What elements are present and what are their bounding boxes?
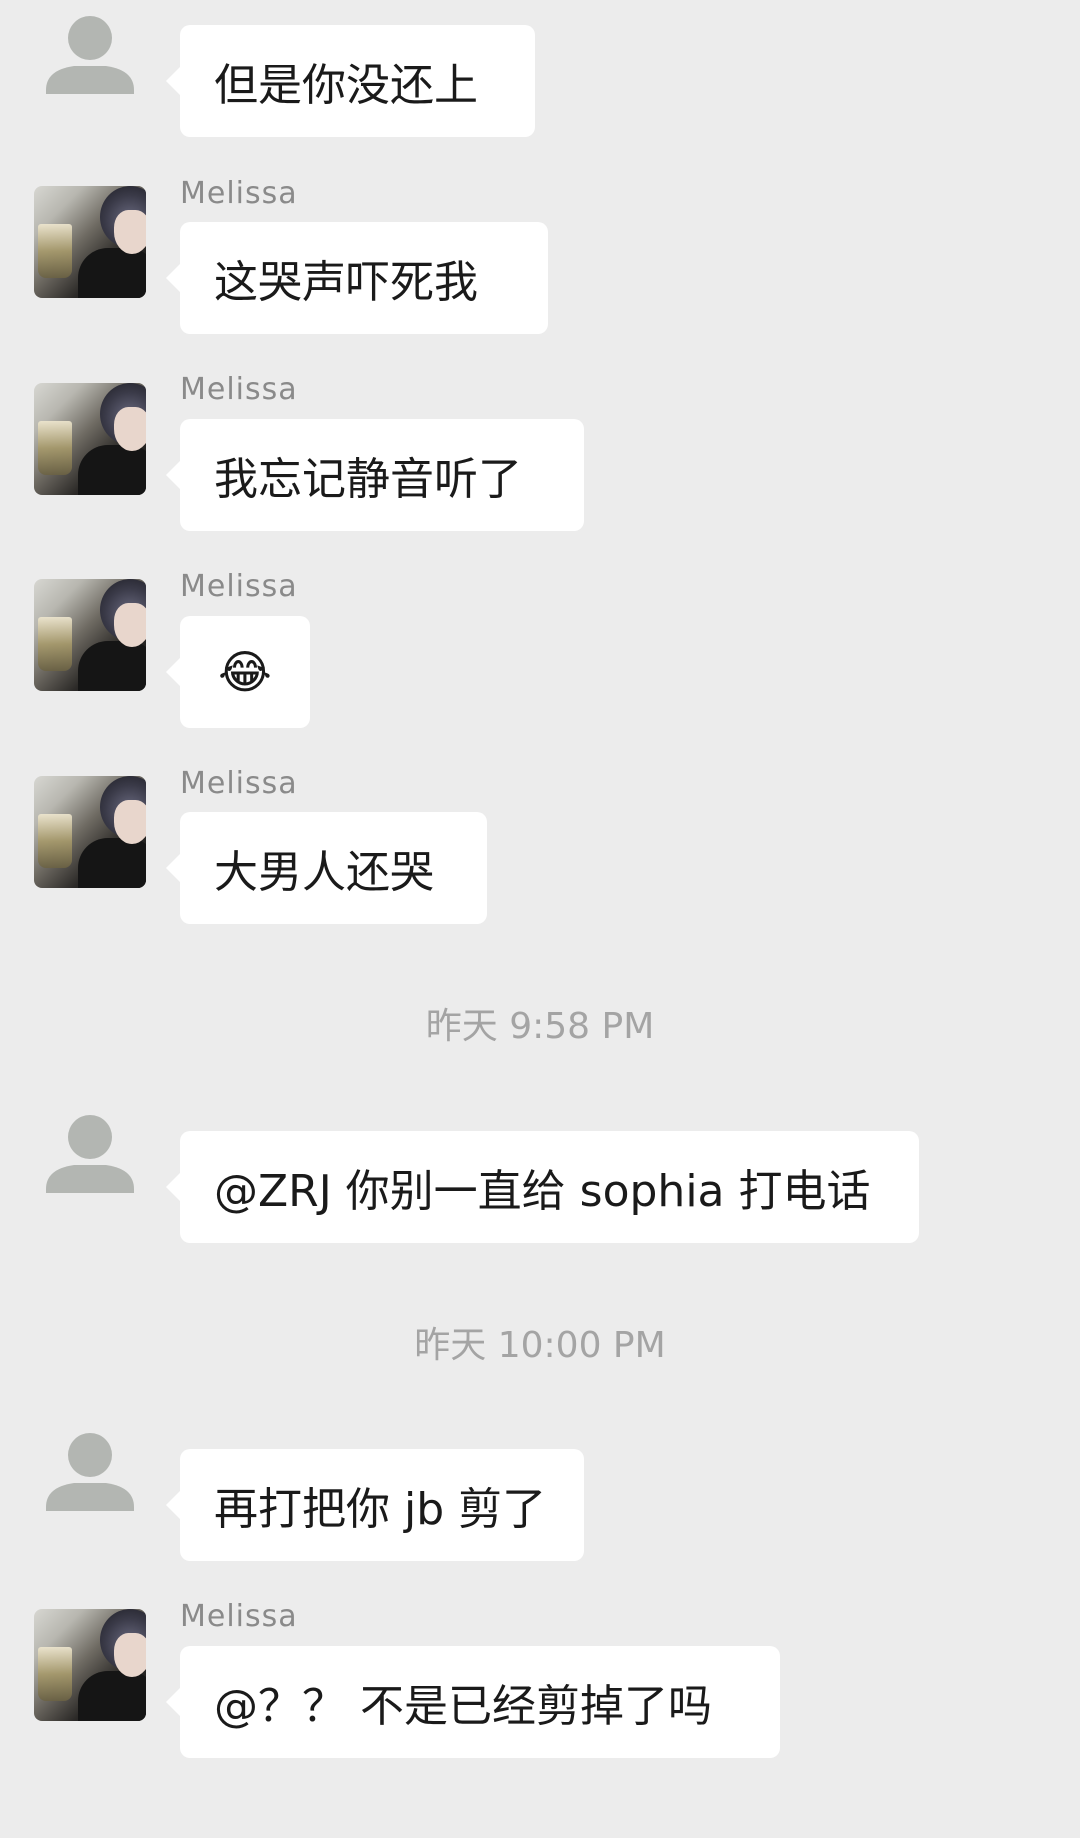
message-text: 这哭声吓死我 (214, 257, 478, 308)
message-text: 但是你没还上 (214, 60, 478, 111)
default-avatar-icon[interactable] (34, 1107, 146, 1219)
message-text: @ZRJ 你别一直给 sophia 打电话 (214, 1166, 871, 1217)
chat-message-list[interactable]: 但是你没还上 Melissa 这哭声吓死我 Melissa 我忘记静音听了 Me… (0, 0, 1080, 1838)
default-avatar-icon[interactable] (34, 1425, 146, 1537)
message-text: @？？ 不是已经剪掉了吗 (214, 1681, 712, 1732)
melissa-avatar[interactable] (34, 383, 146, 495)
laughing-emoji-icon: 😂 (218, 645, 272, 699)
melissa-avatar[interactable] (34, 1609, 146, 1721)
melissa-avatar[interactable] (34, 186, 146, 298)
message-text: 我忘记静音听了 (214, 454, 522, 505)
message-text: 再打把你 jb 剪了 (214, 1484, 547, 1535)
message-bubble[interactable]: 我忘记静音听了 (166, 419, 584, 531)
message-bubble[interactable]: 大男人还哭 (166, 812, 487, 924)
sender-name: Melissa (180, 766, 298, 801)
message-bubble[interactable]: @？？ 不是已经剪掉了吗 (166, 1646, 780, 1758)
message-bubble[interactable]: 😂 (166, 616, 310, 728)
message-text: 大男人还哭 (214, 847, 434, 898)
timestamp: 昨天 9:58 PM (425, 1006, 655, 1047)
sender-name: Melissa (180, 569, 298, 604)
message-bubble[interactable]: 再打把你 jb 剪了 (166, 1449, 584, 1561)
message-bubble[interactable]: @ZRJ 你别一直给 sophia 打电话 (166, 1131, 919, 1243)
message-bubble[interactable]: 这哭声吓死我 (166, 222, 548, 334)
sender-name: Melissa (180, 372, 298, 407)
timestamp: 昨天 10:00 PM (414, 1325, 666, 1366)
sender-name: Melissa (180, 1599, 298, 1634)
melissa-avatar[interactable] (34, 579, 146, 691)
sender-name: Melissa (180, 176, 298, 211)
melissa-avatar[interactable] (34, 776, 146, 888)
default-avatar-icon[interactable] (34, 8, 146, 120)
message-bubble[interactable]: 但是你没还上 (166, 25, 535, 137)
